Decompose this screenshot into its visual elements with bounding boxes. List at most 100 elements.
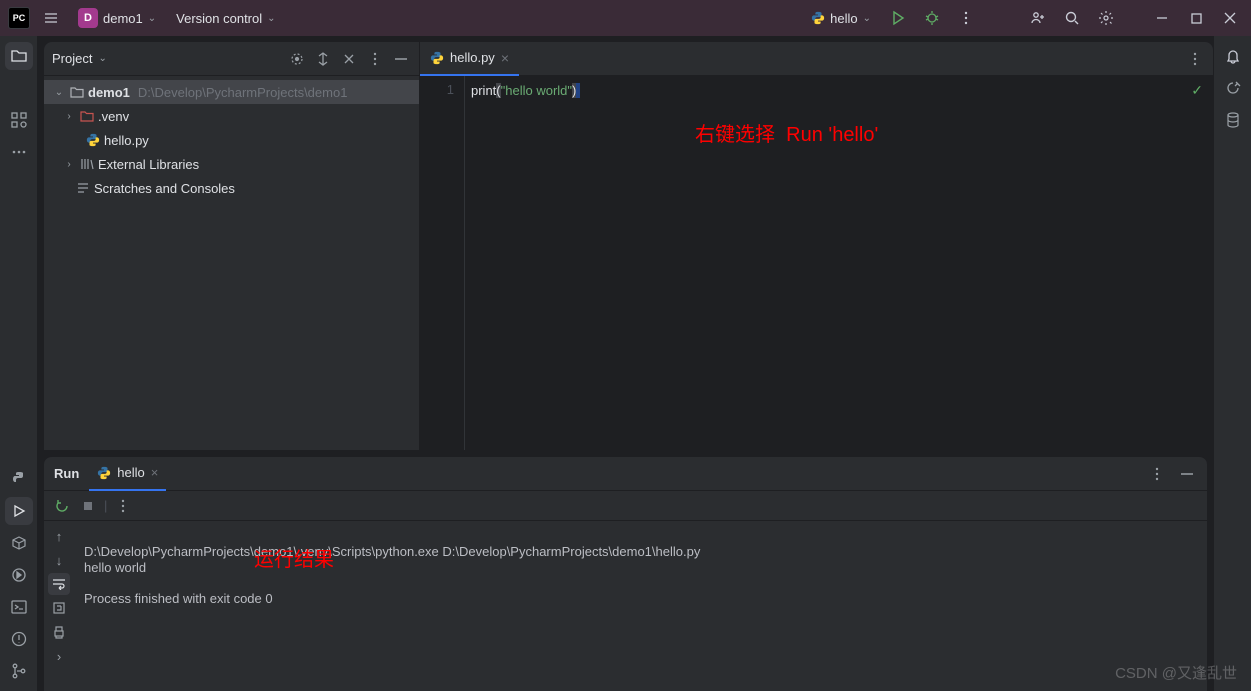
panel-options-icon[interactable] bbox=[365, 49, 385, 69]
folder-icon bbox=[80, 109, 94, 123]
tree-root-name: demo1 bbox=[88, 85, 130, 100]
panel-options-icon[interactable] bbox=[1147, 464, 1167, 484]
chevron-right-icon[interactable]: › bbox=[48, 645, 70, 667]
chevron-right-icon[interactable]: › bbox=[62, 159, 76, 170]
terminal-tool-icon[interactable] bbox=[5, 593, 33, 621]
tree-root[interactable]: ⌄ demo1 D:\Develop\PycharmProjects\demo1 bbox=[44, 80, 419, 104]
editor-tabs: hello.py × bbox=[420, 42, 1213, 76]
expand-all-icon[interactable] bbox=[313, 49, 333, 69]
console-line: Process finished with exit code 0 bbox=[84, 591, 273, 606]
hide-panel-icon[interactable] bbox=[1177, 464, 1197, 484]
code-editor[interactable]: 1 print("hello world") ✓ 右键选择 Run 'hello… bbox=[420, 76, 1213, 450]
close-tab-icon[interactable]: × bbox=[151, 465, 159, 480]
left-tool-rail bbox=[0, 36, 38, 691]
editor-options-icon[interactable] bbox=[1185, 49, 1205, 69]
down-stacktrace-icon[interactable]: ↓ bbox=[48, 549, 70, 571]
up-stacktrace-icon[interactable]: ↑ bbox=[48, 525, 70, 547]
python-packages-icon[interactable] bbox=[5, 561, 33, 589]
run-panel-header: Run hello × bbox=[44, 457, 1207, 491]
right-tool-rail bbox=[1213, 36, 1251, 691]
tree-item-label: hello.py bbox=[104, 133, 149, 148]
hide-panel-icon[interactable] bbox=[391, 49, 411, 69]
title-bar: PC D demo1 ⌄ Version control ⌄ hello ⌄ bbox=[0, 0, 1251, 36]
more-actions-icon[interactable] bbox=[113, 496, 133, 516]
chevron-down-icon[interactable]: ⌄ bbox=[52, 87, 66, 98]
gutter: 1 bbox=[420, 76, 464, 450]
vcs-label: Version control bbox=[176, 11, 262, 26]
chevron-down-icon: ⌄ bbox=[863, 13, 871, 24]
settings-icon[interactable] bbox=[1093, 5, 1119, 31]
minimize-icon[interactable] bbox=[1149, 5, 1175, 31]
tree-item-label: External Libraries bbox=[98, 157, 199, 172]
chevron-down-icon: ⌄ bbox=[267, 13, 275, 24]
python-icon bbox=[86, 133, 100, 147]
run-config-dropdown[interactable]: hello ⌄ bbox=[805, 7, 877, 30]
run-button[interactable] bbox=[885, 5, 911, 31]
services-tool-icon[interactable] bbox=[5, 529, 33, 557]
scroll-to-end-icon[interactable] bbox=[48, 597, 70, 619]
annotation-text: 运行结果 bbox=[254, 543, 334, 572]
tree-item-label: Scratches and Consoles bbox=[94, 181, 235, 196]
project-dropdown[interactable]: D demo1 ⌄ bbox=[72, 4, 162, 32]
vcs-tool-icon[interactable] bbox=[5, 657, 33, 685]
tree-root-path: D:\Develop\PycharmProjects\demo1 bbox=[138, 85, 348, 100]
tree-file[interactable]: hello.py bbox=[44, 128, 419, 152]
chevron-right-icon[interactable]: › bbox=[62, 111, 76, 122]
main-menu-icon[interactable] bbox=[38, 5, 64, 31]
editor-tab-label: hello.py bbox=[450, 50, 495, 65]
project-panel-header: Project ⌄ bbox=[44, 42, 419, 76]
soft-wrap-icon[interactable] bbox=[48, 573, 70, 595]
tree-scratches[interactable]: Scratches and Consoles bbox=[44, 176, 419, 200]
folder-icon bbox=[70, 85, 84, 99]
line-number: 1 bbox=[420, 82, 454, 97]
chevron-down-icon[interactable]: ⌄ bbox=[98, 53, 106, 64]
print-icon[interactable] bbox=[48, 621, 70, 643]
tree-item-label: .venv bbox=[98, 109, 129, 124]
run-config-name: hello bbox=[830, 11, 857, 26]
run-tool-icon[interactable] bbox=[5, 497, 33, 525]
code-token: print bbox=[471, 83, 496, 98]
run-tool-window: Run hello × | ↑ ↓ › D bbox=[44, 456, 1207, 691]
ai-assistant-icon[interactable] bbox=[1219, 74, 1247, 102]
chevron-down-icon: ⌄ bbox=[148, 13, 156, 24]
close-tab-icon[interactable]: × bbox=[501, 50, 509, 66]
notifications-icon[interactable] bbox=[1219, 42, 1247, 70]
console-line: D:\Develop\PycharmProjects\demo1\.venv\S… bbox=[84, 544, 700, 559]
inspection-ok-icon[interactable]: ✓ bbox=[1191, 82, 1203, 99]
collapse-all-icon[interactable] bbox=[339, 49, 359, 69]
annotation-text: 右键选择 Run 'hello' bbox=[695, 118, 878, 147]
scratches-icon bbox=[76, 181, 90, 195]
close-icon[interactable] bbox=[1217, 5, 1243, 31]
code-content[interactable]: print("hello world") ✓ 右键选择 Run 'hello' bbox=[464, 76, 1213, 450]
project-tool-window: Project ⌄ ⌄ demo1 D:\Develop\PycharmProj… bbox=[44, 42, 420, 450]
more-tools-icon[interactable] bbox=[5, 138, 33, 166]
maximize-icon[interactable] bbox=[1183, 5, 1209, 31]
run-title: Run bbox=[54, 466, 79, 481]
database-icon[interactable] bbox=[1219, 106, 1247, 134]
problems-tool-icon[interactable] bbox=[5, 625, 33, 653]
run-tab[interactable]: hello × bbox=[89, 457, 166, 491]
debug-button[interactable] bbox=[919, 5, 945, 31]
caret bbox=[576, 83, 580, 98]
code-with-me-icon[interactable] bbox=[1025, 5, 1051, 31]
select-opened-file-icon[interactable] bbox=[287, 49, 307, 69]
more-actions-icon[interactable] bbox=[953, 5, 979, 31]
search-icon[interactable] bbox=[1059, 5, 1085, 31]
panel-title: Project bbox=[52, 51, 92, 66]
structure-tool-icon[interactable] bbox=[5, 106, 33, 134]
python-icon bbox=[430, 51, 444, 65]
stop-icon[interactable] bbox=[78, 496, 98, 516]
rerun-icon[interactable] bbox=[52, 496, 72, 516]
editor-tab[interactable]: hello.py × bbox=[420, 42, 519, 76]
project-tool-icon[interactable] bbox=[5, 42, 33, 70]
editor-area: hello.py × 1 print("hello world") ✓ 右键选择… bbox=[420, 42, 1213, 450]
tree-ext-libraries[interactable]: › External Libraries bbox=[44, 152, 419, 176]
console-output[interactable]: D:\Develop\PycharmProjects\demo1\.venv\S… bbox=[74, 521, 1207, 691]
library-icon bbox=[80, 157, 94, 171]
python-console-icon[interactable] bbox=[5, 465, 33, 493]
project-badge: D bbox=[78, 8, 98, 28]
code-token: "hello world" bbox=[501, 83, 572, 98]
project-name: demo1 bbox=[103, 11, 143, 26]
vcs-dropdown[interactable]: Version control ⌄ bbox=[170, 7, 281, 30]
tree-venv[interactable]: › .venv bbox=[44, 104, 419, 128]
